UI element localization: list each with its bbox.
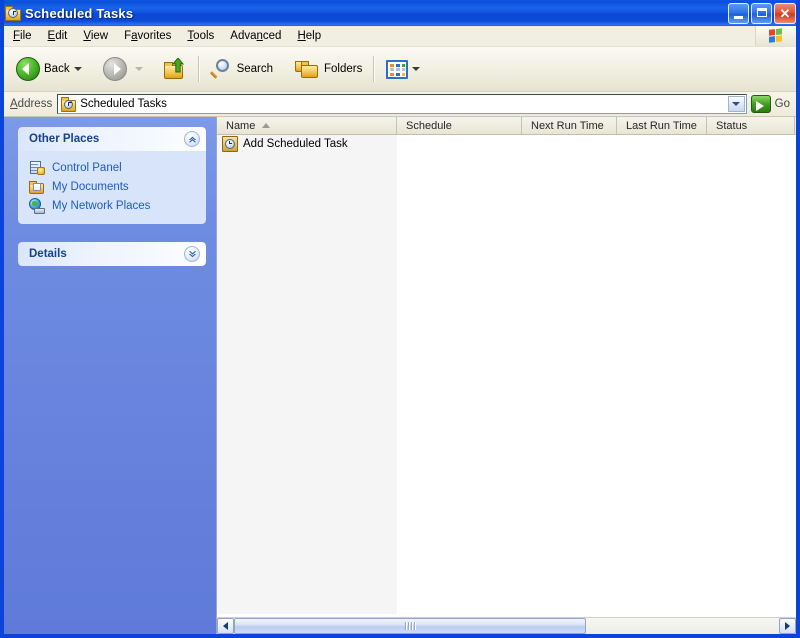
menu-edit[interactable]: Edit [41, 28, 75, 44]
column-header-status[interactable]: Status [707, 117, 795, 134]
panel-other-places-header[interactable]: Other Places [18, 127, 206, 151]
menu-help[interactable]: Help [290, 28, 328, 44]
toolbar-separator-1 [197, 56, 200, 82]
forward-arrow-icon [102, 57, 127, 81]
address-dropdown-button[interactable] [727, 96, 745, 112]
content-area: Other Places Control Panel My Documents … [4, 117, 796, 634]
back-dropdown-icon[interactable] [73, 67, 82, 71]
toolbar: Back Search Folders [4, 47, 796, 92]
search-button[interactable]: Search [205, 52, 279, 86]
menu-favorites[interactable]: Favorites [117, 28, 178, 44]
go-arrow-icon [750, 95, 771, 113]
search-icon [209, 58, 233, 80]
chevron-up-icon[interactable] [184, 131, 200, 147]
window-controls: ✕ [728, 3, 796, 24]
sidebar-item-my-documents[interactable]: My Documents [29, 177, 198, 196]
back-arrow-icon [16, 57, 40, 81]
control-panel-icon [29, 160, 45, 176]
address-label: Address [10, 98, 53, 110]
back-label: Back [44, 63, 70, 75]
sidebar-item-label: My Documents [52, 180, 129, 193]
menu-file[interactable]: File [6, 28, 39, 44]
menu-tools[interactable]: Tools [180, 28, 221, 44]
menu-bar: File Edit View Favorites Tools Advanced … [4, 26, 796, 47]
add-scheduled-task-icon [222, 136, 238, 152]
scroll-right-button[interactable] [779, 618, 796, 634]
search-label: Search [236, 63, 274, 75]
windows-flag-icon[interactable] [755, 26, 796, 46]
scheduled-tasks-folder-icon [5, 5, 21, 21]
scroll-right-icon [785, 622, 790, 630]
panel-other-places-title: Other Places [29, 133, 100, 145]
folders-button[interactable]: Folders [289, 52, 368, 86]
views-grid-icon [386, 59, 409, 79]
task-pane-sidebar: Other Places Control Panel My Documents … [4, 117, 216, 634]
views-dropdown-icon[interactable] [412, 67, 421, 71]
close-button[interactable]: ✕ [774, 3, 796, 24]
back-button[interactable]: Back [10, 52, 92, 86]
sidebar-item-label: Control Panel [52, 161, 122, 174]
column-header-name[interactable]: Name [217, 117, 397, 134]
menu-advanced[interactable]: Advanced [223, 28, 288, 44]
scroll-left-button[interactable] [217, 618, 234, 634]
scrollbar-track[interactable] [234, 618, 779, 634]
address-folder-icon [61, 97, 77, 112]
up-folder-icon [163, 58, 187, 80]
window-title: Scheduled Tasks [25, 5, 134, 21]
maximize-button[interactable] [751, 3, 772, 24]
address-input[interactable]: Scheduled Tasks [57, 94, 747, 114]
chevron-down-icon[interactable] [184, 246, 200, 262]
panel-details-title: Details [29, 248, 67, 260]
address-bar: Address Scheduled Tasks Go [4, 92, 796, 117]
column-label: Name [226, 119, 256, 132]
go-button[interactable]: Go [747, 93, 796, 115]
column-label: Schedule [406, 119, 452, 132]
folders-icon [295, 58, 320, 80]
column-header-last-run-time[interactable]: Last Run Time [617, 117, 707, 134]
menu-view[interactable]: View [76, 28, 115, 44]
chevron-down-icon [732, 102, 741, 106]
folders-label: Folders [324, 63, 363, 75]
panel-other-places: Other Places Control Panel My Documents … [18, 127, 206, 224]
column-header-next-run-time[interactable]: Next Run Time [522, 117, 617, 134]
column-header-schedule[interactable]: Schedule [397, 117, 522, 134]
file-rows: Add Scheduled Task [217, 135, 796, 153]
sidebar-item-control-panel[interactable]: Control Panel [29, 158, 198, 177]
views-button[interactable] [380, 52, 430, 86]
column-label: Next Run Time [531, 119, 604, 132]
title-bar[interactable]: Scheduled Tasks ✕ [4, 0, 796, 26]
scheduled-tasks-window: Scheduled Tasks ✕ File Edit View Favorit… [0, 0, 800, 638]
sidebar-item-my-network-places[interactable]: My Network Places [29, 196, 198, 215]
minimize-button[interactable] [728, 3, 749, 24]
up-button[interactable] [157, 52, 193, 86]
column-header-row: Name Schedule Next Run Time Last Run Tim… [217, 117, 796, 135]
forward-button[interactable] [97, 52, 153, 86]
my-documents-icon [29, 179, 45, 195]
panel-details-header[interactable]: Details [18, 242, 206, 266]
close-icon: ✕ [779, 6, 791, 21]
column-label: Last Run Time [626, 119, 697, 132]
list-item[interactable]: Add Scheduled Task [217, 135, 796, 153]
sidebar-item-label: My Network Places [52, 199, 151, 212]
address-value: Scheduled Tasks [80, 98, 167, 110]
file-list-view[interactable]: Name Schedule Next Run Time Last Run Tim… [216, 117, 796, 634]
scroll-left-icon [223, 622, 228, 630]
column-label: Status [716, 119, 748, 132]
scrollbar-grip-icon [405, 622, 415, 630]
sorted-column-highlight [217, 135, 397, 614]
list-item-label: Add Scheduled Task [243, 138, 348, 150]
panel-details: Details [18, 242, 206, 266]
forward-dropdown-icon[interactable] [134, 67, 143, 71]
panel-other-places-body: Control Panel My Documents My Network Pl… [18, 151, 206, 224]
horizontal-scrollbar[interactable] [216, 617, 796, 634]
scrollbar-thumb[interactable] [234, 618, 586, 634]
my-network-places-icon [29, 197, 45, 214]
sort-ascending-icon [262, 123, 271, 128]
toolbar-separator-2 [373, 56, 376, 82]
go-label: Go [774, 98, 790, 110]
